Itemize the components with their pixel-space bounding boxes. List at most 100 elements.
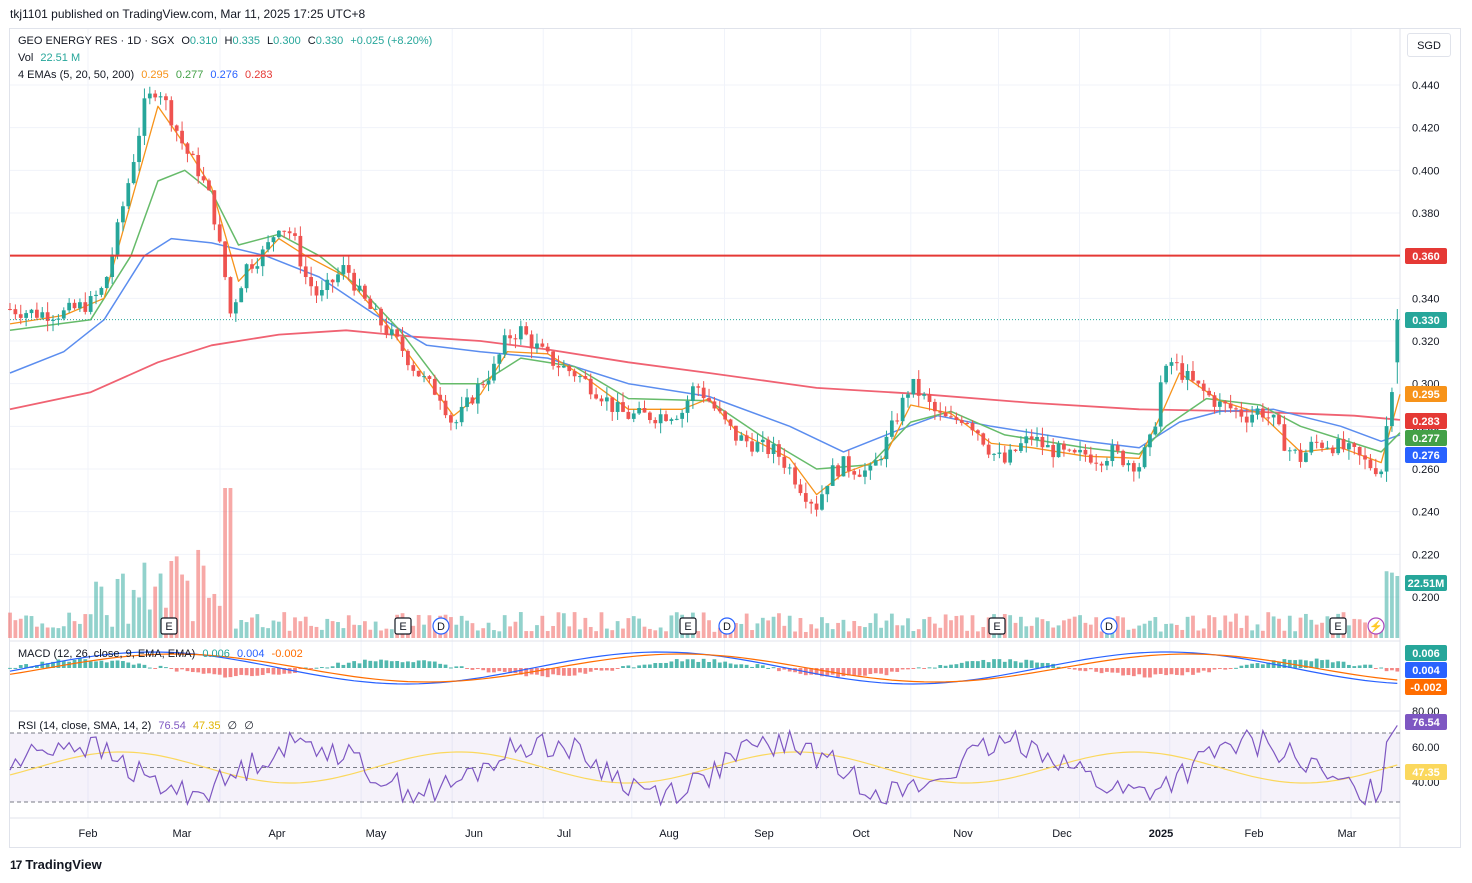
volume-bar	[513, 621, 518, 638]
currency-button[interactable]: SGD	[1407, 33, 1451, 57]
volume-bar	[282, 612, 287, 638]
volume-bar	[115, 578, 120, 638]
earnings-marker[interactable]: E	[1329, 617, 1347, 635]
candle-body	[411, 365, 416, 371]
candle-body	[244, 264, 249, 289]
volume-label[interactable]: Vol	[18, 52, 33, 64]
earnings-marker[interactable]: E	[988, 617, 1006, 635]
earnings-marker[interactable]: E	[160, 617, 178, 635]
macd-hist-bar	[1234, 667, 1238, 669]
volume-bar	[1072, 616, 1077, 638]
macd-hist-bar	[217, 668, 222, 675]
candle-body	[556, 365, 561, 368]
chart-canvas[interactable]: 0.440 0.420 0.400 0.380 0.360 0.340 0.320 0.300…	[0, 0, 1472, 883]
candle-body	[438, 394, 443, 401]
value-label-text: 0.004	[1412, 665, 1440, 677]
macd-hist-bar	[207, 668, 211, 674]
candle-body	[389, 329, 394, 335]
candle-body	[1024, 436, 1029, 444]
volume-bar	[276, 621, 281, 638]
macd-hist-bar	[137, 663, 141, 668]
macd-hist-bar	[1185, 668, 1190, 673]
volume-bar	[809, 624, 814, 638]
macd-hist-bar	[1153, 668, 1158, 675]
candle-body	[104, 276, 109, 289]
candle-body	[1287, 450, 1292, 452]
volume-bar	[588, 626, 593, 638]
volume-bar	[228, 488, 233, 638]
symbol-name[interactable]: GEO ENERGY RES · 1D · SGX	[18, 35, 174, 47]
candle-body	[884, 436, 889, 460]
ema5-path	[9, 105, 1401, 496]
candle-body	[1008, 449, 1013, 463]
volume-bar	[384, 628, 389, 638]
volume-bar	[492, 630, 496, 638]
ema5-value: 0.295	[141, 69, 169, 81]
volume-bar	[255, 614, 260, 638]
macd-hist-bar	[1201, 668, 1206, 671]
volume-bar	[954, 615, 959, 638]
macd-label[interactable]: MACD (12, 26, close, 9, EMA, EMA)	[18, 648, 195, 660]
candle-body	[1013, 449, 1018, 451]
open-value: 0.310	[189, 35, 218, 47]
macd-hist-bar	[1228, 668, 1233, 669]
volume-bar	[906, 618, 910, 638]
macd-hist-bar	[712, 659, 717, 668]
candle-body	[648, 412, 652, 421]
volume-bar	[1142, 623, 1147, 638]
macd-hist-bar	[325, 667, 330, 669]
macd-hist-bar	[443, 664, 448, 668]
ema-label[interactable]: 4 EMAs (5, 20, 50, 200)	[18, 69, 134, 81]
candle-body	[1373, 468, 1378, 475]
volume-legend: Vol 22.51 M	[18, 52, 84, 64]
macd-hist-bar	[852, 668, 857, 676]
earnings-letter: E	[399, 621, 406, 633]
volume-bar	[830, 629, 835, 638]
price-tick-label: 0.260	[1412, 464, 1440, 476]
earnings-marker[interactable]: E	[394, 617, 412, 635]
candle-body	[1126, 463, 1131, 466]
volume-bar	[744, 613, 749, 638]
candle-body	[1347, 443, 1351, 450]
volume-bar	[739, 623, 744, 638]
rsi-label[interactable]: RSI (14, close, SMA, 14, 2)	[18, 720, 151, 732]
volume-bar	[707, 620, 711, 638]
volume-bar	[1153, 617, 1158, 638]
volume-bar	[411, 625, 416, 638]
volume-bar	[1234, 613, 1238, 638]
candle-body	[642, 408, 647, 413]
volume-bar	[653, 630, 658, 638]
dividend-marker[interactable]: D	[718, 617, 736, 635]
macd-hist-bar	[1357, 665, 1362, 668]
candle-body	[260, 249, 265, 267]
candle-body	[1395, 319, 1400, 363]
candle-body	[680, 412, 685, 419]
macd-hist-bar	[583, 668, 588, 674]
candle-body	[1142, 447, 1147, 468]
macd-hist-bar	[895, 668, 900, 672]
macd-hist-bar	[981, 659, 986, 668]
volume-bar	[190, 621, 195, 638]
candle-body	[497, 354, 502, 364]
macd-hist-bar	[884, 668, 889, 676]
volume-bar	[427, 615, 432, 638]
volume-bar	[922, 619, 927, 638]
candle-body	[1067, 449, 1072, 451]
macd-hist-bar	[223, 668, 227, 678]
tradingview-brand[interactable]: 17 TradingView	[10, 857, 102, 872]
candle-body	[900, 397, 905, 422]
candle-body	[395, 329, 400, 337]
candle-body	[309, 277, 314, 287]
volume-bar	[911, 631, 916, 638]
macd-hist-bar	[88, 661, 93, 668]
dividend-letter: D	[437, 621, 445, 633]
dividend-marker[interactable]: D	[432, 617, 450, 635]
candle-body	[760, 439, 765, 443]
macd-hist-bar	[502, 668, 507, 672]
macd-hist-bar	[153, 668, 158, 669]
macd-hist-bar	[1244, 664, 1249, 668]
earnings-marker[interactable]: E	[679, 617, 697, 635]
dividend-marker[interactable]: D	[1100, 617, 1118, 635]
volume-bar	[803, 631, 808, 638]
candle-body	[217, 224, 222, 242]
